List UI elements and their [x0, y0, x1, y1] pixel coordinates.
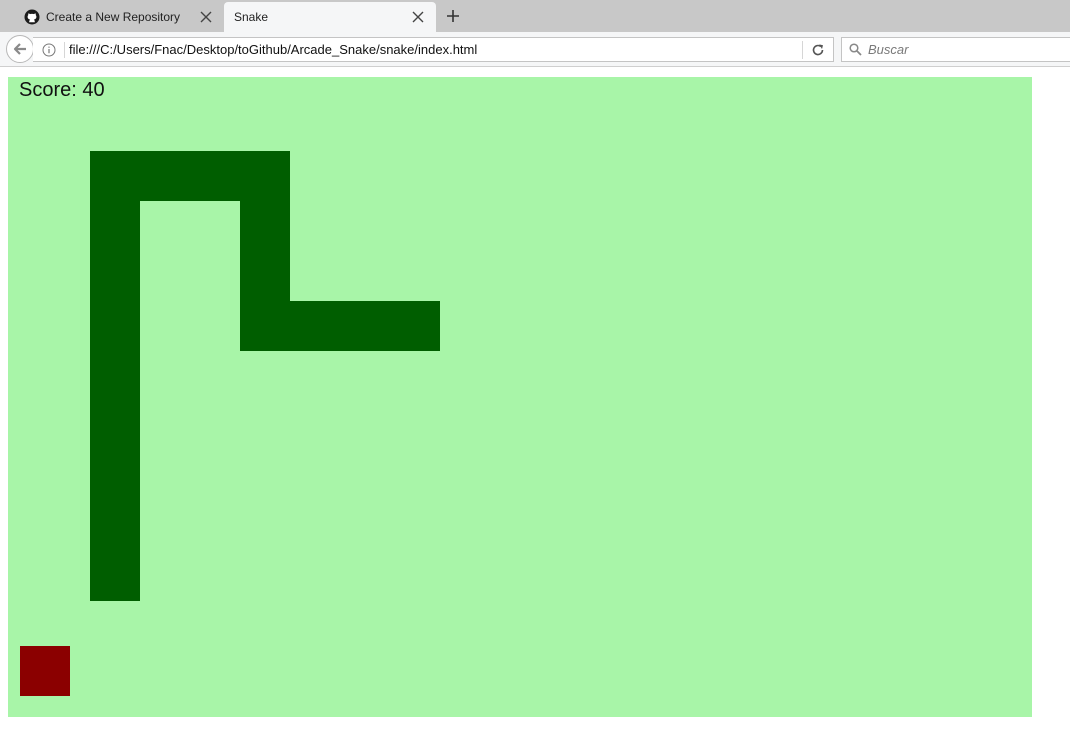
tab-snake[interactable]: Snake — [224, 2, 436, 32]
page-viewport: Score: 40 — [0, 68, 1070, 738]
reload-icon[interactable] — [803, 38, 833, 61]
search-input[interactable]: Buscar — [868, 42, 908, 57]
back-button[interactable] — [6, 35, 34, 63]
search-bar[interactable]: Buscar — [841, 37, 1070, 62]
tab-title: Create a New Repository — [46, 10, 181, 24]
score-display: Score: 40 — [19, 79, 105, 101]
snake-segment — [90, 151, 140, 601]
tab-create-repository[interactable]: Create a New Repository — [12, 2, 224, 32]
tab-title: Snake — [234, 10, 269, 24]
back-arrow-icon — [13, 43, 26, 55]
food — [20, 646, 70, 696]
search-icon — [848, 43, 862, 57]
snake-segment — [240, 301, 440, 351]
plus-icon — [447, 10, 459, 22]
snake-game: Score: 40 — [8, 77, 1032, 717]
divider — [64, 41, 65, 58]
tab-strip: Create a New Repository Snake — [0, 0, 1070, 32]
navigation-toolbar: file:///C:/Users/Fnac/Desktop/toGithub/A… — [0, 32, 1070, 67]
new-tab-button[interactable] — [444, 7, 462, 25]
info-icon[interactable] — [41, 42, 57, 58]
game-board — [8, 77, 1032, 717]
close-tab-icon[interactable] — [198, 9, 214, 25]
github-icon — [24, 9, 40, 25]
close-tab-icon[interactable] — [410, 9, 426, 25]
address-bar[interactable]: file:///C:/Users/Fnac/Desktop/toGithub/A… — [33, 37, 834, 62]
url-text[interactable]: file:///C:/Users/Fnac/Desktop/toGithub/A… — [69, 42, 802, 57]
